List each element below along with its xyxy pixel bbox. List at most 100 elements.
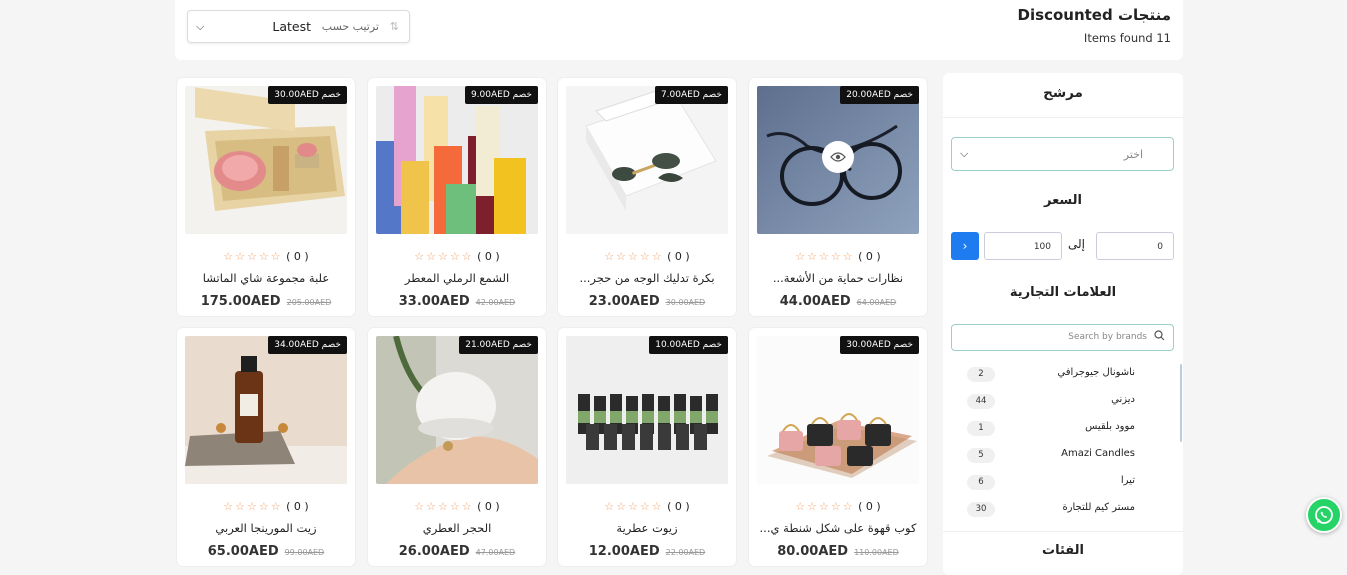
product-name[interactable]: الحجر العطري [374, 521, 540, 535]
product-card[interactable]: 20.00AED خصم ☆☆☆☆☆ ( 0 ) نظارات حماية من… [749, 78, 927, 316]
product-image[interactable] [185, 86, 347, 234]
discount-badge: 20.00AED خصم [840, 86, 919, 104]
price-max-input[interactable]: 100 [984, 232, 1062, 260]
product-card[interactable]: 9.00AED خصم ☆☆☆☆☆ ( 0 ) الشمع الرملي الم… [368, 78, 546, 316]
rating-count: ( 0 ) [286, 250, 309, 263]
brand-item[interactable]: 30 مستر كيم للتجارة [943, 498, 1179, 519]
discount-badge: 10.00AED خصم [649, 336, 728, 354]
brand-item[interactable]: 6 تيرا [943, 471, 1179, 497]
product-price: 80.00AED [777, 544, 849, 559]
star-rating-icon: ☆☆☆☆☆ [604, 250, 664, 263]
chevron-down-icon: ⌵ [196, 19, 205, 33]
rating-count: ( 0 ) [667, 250, 690, 263]
brand-label: ناشونال جيوجرافي [1057, 367, 1135, 378]
brand-count: 5 [967, 448, 995, 463]
sort-value: Latest [272, 19, 311, 34]
product-image[interactable] [757, 336, 919, 484]
rating: ☆☆☆☆☆ ( 0 ) [558, 250, 736, 263]
brand-label: تيرا [1120, 475, 1135, 486]
discount-badge: 7.00AED خصم [654, 86, 728, 104]
product-old-price: 47.00AED [475, 548, 516, 557]
brand-count: 2 [967, 367, 995, 382]
product-image[interactable] [566, 336, 728, 484]
product-price: 33.00AED [398, 294, 470, 309]
product-card[interactable]: 30.00AED خصم ☆☆☆☆☆ ( 0 ) كوب قهوة على شك… [749, 328, 927, 566]
sort-icon: ⇅ [389, 20, 399, 33]
rating: ☆☆☆☆☆ ( 0 ) [558, 500, 736, 513]
filter-sidebar: مرشح ⌵ اختر السعر › 100 إلى 0 العلامات ا… [943, 73, 1183, 575]
product-prices: 44.00AED 64.00AED [749, 290, 927, 309]
product-name[interactable]: بكرة تدليك الوجه من حجر... [564, 271, 730, 285]
product-price: 44.00AED [779, 294, 851, 309]
product-prices: 33.00AED 42.00AED [368, 290, 546, 309]
divider [943, 117, 1183, 118]
product-image[interactable] [376, 336, 538, 484]
category-select[interactable]: ⌵ اختر [951, 137, 1174, 171]
divider [943, 531, 1183, 532]
discount-badge: 30.00AED خصم [840, 336, 919, 354]
rating: ☆☆☆☆☆ ( 0 ) [177, 250, 355, 263]
product-card[interactable]: 10.00AED خصم ☆☆☆☆☆ ( 0 ) زيوت عطرية 12.0… [558, 328, 736, 566]
product-name[interactable]: زيوت عطرية [564, 521, 730, 535]
sort-select[interactable]: ⌵ Latest ترتيب حسب ⇅ [187, 10, 410, 43]
product-image[interactable] [376, 86, 538, 234]
product-card[interactable]: 21.00AED خصم ☆☆☆☆☆ ( 0 ) الحجر العطري 26… [368, 328, 546, 566]
rating: ☆☆☆☆☆ ( 0 ) [749, 500, 927, 513]
product-price: 26.00AED [398, 544, 470, 559]
rating-count: ( 0 ) [667, 500, 690, 513]
brand-item[interactable]: 1 موود بلقيس [943, 417, 1179, 443]
brand-list-scrollbar[interactable] [1180, 364, 1182, 442]
product-name[interactable]: نظارات حماية من الأشعة... [755, 271, 921, 285]
price-min-input[interactable]: 0 [1096, 232, 1174, 260]
brand-item[interactable]: 2 ناشونال جيوجرافي [943, 363, 1179, 389]
product-image[interactable] [757, 86, 919, 234]
product-old-price: 42.00AED [475, 298, 516, 307]
sort-label: ترتيب حسب [321, 20, 379, 33]
brand-search-input[interactable]: Search by brands [951, 324, 1174, 351]
rating-count: ( 0 ) [477, 500, 500, 513]
brand-label: مستر كيم للتجارة [1062, 502, 1135, 513]
star-rating-icon: ☆☆☆☆☆ [795, 250, 855, 263]
product-prices: 80.00AED 110.00AED [749, 540, 927, 559]
brand-search-placeholder: Search by brands [1068, 332, 1147, 342]
whatsapp-icon [1315, 506, 1333, 524]
product-name[interactable]: كوب قهوة على شكل شنطة ي... [755, 521, 921, 535]
price-apply-button[interactable]: › [951, 232, 979, 260]
product-prices: 26.00AED 47.00AED [368, 540, 546, 559]
star-rating-icon: ☆☆☆☆☆ [223, 500, 283, 513]
product-name[interactable]: علبة مجموعة شاي الماتشا [183, 271, 349, 285]
product-old-price: 205.00AED [286, 298, 332, 307]
whatsapp-button[interactable] [1306, 497, 1342, 533]
product-prices: 175.00AED 205.00AED [177, 290, 355, 309]
brand-item[interactable]: 5 Amazi Candles [943, 444, 1179, 470]
product-name[interactable]: الشمع الرملي المعطر [374, 271, 540, 285]
product-price: 12.00AED [588, 544, 660, 559]
product-image[interactable] [185, 336, 347, 484]
product-name[interactable]: زيت المورينجا العربي [183, 521, 349, 535]
product-card[interactable]: 34.00AED خصم ☆☆☆☆☆ ( 0 ) زيت المورينجا ا… [177, 328, 355, 566]
rating-count: ( 0 ) [858, 250, 881, 263]
product-old-price: 22.00AED [665, 548, 706, 557]
rating: ☆☆☆☆☆ ( 0 ) [368, 500, 546, 513]
star-rating-icon: ☆☆☆☆☆ [604, 500, 664, 513]
star-rating-icon: ☆☆☆☆☆ [414, 500, 474, 513]
product-image[interactable] [566, 86, 728, 234]
product-card[interactable]: 7.00AED خصم ☆☆☆☆☆ ( 0 ) بكرة تدليك الوجه… [558, 78, 736, 316]
product-prices: 65.00AED 99.00AED [177, 540, 355, 559]
product-old-price: 110.00AED [854, 548, 899, 557]
product-card[interactable]: 30.00AED خصم ☆☆☆☆☆ ( 0 ) علبة مجموعة شاي… [177, 78, 355, 316]
page-title: Discounted منتجات [1017, 6, 1171, 24]
brand-label: Amazi Candles [1061, 448, 1135, 459]
product-price: 175.00AED [200, 294, 281, 309]
product-price: 65.00AED [207, 544, 279, 559]
brand-count: 44 [967, 394, 995, 409]
brand-item[interactable]: 44 ديزني [943, 390, 1179, 416]
results-header: ⌵ Latest ترتيب حسب ⇅ Discounted منتجات I… [175, 0, 1183, 60]
brand-count: 6 [967, 475, 995, 490]
quick-view-icon[interactable] [822, 141, 854, 173]
rating: ☆☆☆☆☆ ( 0 ) [368, 250, 546, 263]
star-rating-icon: ☆☆☆☆☆ [223, 250, 283, 263]
rating-count: ( 0 ) [858, 500, 881, 513]
discount-badge: 30.00AED خصم [268, 86, 347, 104]
product-old-price: 99.00AED [284, 548, 325, 557]
